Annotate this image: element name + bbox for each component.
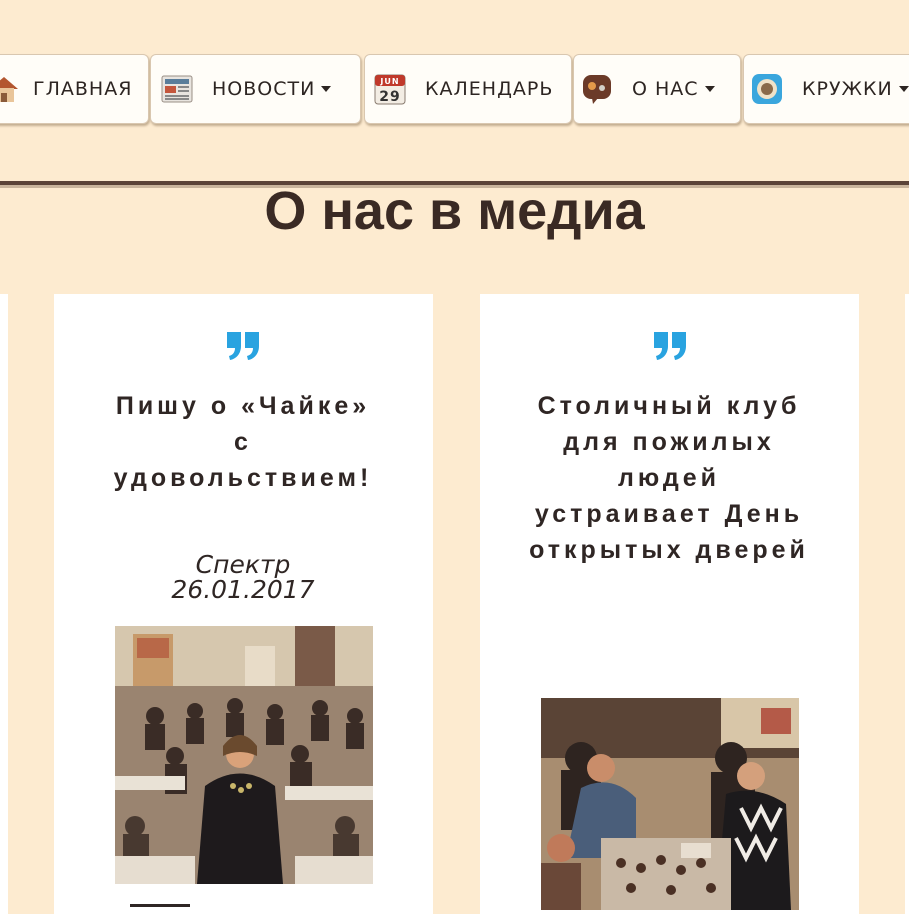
- media-card-source: Спектр: [195, 550, 291, 579]
- page-title: О нас в медиа: [264, 181, 645, 241]
- nav-item-about[interactable]: О НАС: [573, 54, 741, 124]
- calendar-icon-month: JUN: [379, 77, 399, 86]
- nav-item-clubs[interactable]: КРУЖКИ: [743, 54, 909, 124]
- chevron-down-icon: [898, 86, 909, 92]
- calendar-icon: JUN 29: [373, 72, 407, 106]
- quote-icon: [227, 332, 259, 360]
- nav-label-home: ГЛАВНАЯ: [33, 78, 133, 100]
- newspaper-icon: [160, 72, 194, 106]
- nav-label-about: О НАС: [632, 78, 699, 100]
- camera-icon: [750, 72, 784, 106]
- quote-icon: [654, 332, 686, 360]
- carousel-card-prev-edge: [0, 294, 8, 914]
- nav-item-calendar[interactable]: JUN 29 КАЛЕНДАРЬ: [364, 54, 572, 124]
- chat-icon: [580, 72, 614, 106]
- media-card-title[interactable]: Пишу о «Чайке» с удовольствием!: [103, 388, 383, 496]
- media-card-more-text: [130, 900, 190, 910]
- main-navigation: ГЛАВНАЯ НОВОСТИ JUN 29 КАЛЕНДАРЬ О НАС К…: [0, 52, 909, 130]
- chevron-down-icon: [321, 86, 332, 92]
- calendar-icon-day: 29: [379, 89, 400, 105]
- crafts-workshop-photo[interactable]: [541, 698, 799, 910]
- nav-item-news[interactable]: НОВОСТИ: [150, 54, 361, 124]
- nav-label-calendar: КАЛЕНДАРЬ: [425, 78, 554, 100]
- nav-item-home[interactable]: ГЛАВНАЯ: [0, 54, 149, 124]
- home-icon: [0, 72, 21, 106]
- media-card-title[interactable]: Столичный клуб для пожилых людей устраив…: [529, 388, 809, 568]
- group-meeting-photo[interactable]: [115, 626, 373, 884]
- nav-label-news: НОВОСТИ: [212, 78, 316, 100]
- carousel-card-next-edge: [905, 294, 909, 914]
- nav-label-clubs: КРУЖКИ: [802, 78, 893, 100]
- media-card-date: 26.01.2017: [171, 575, 315, 604]
- chevron-down-icon: [704, 86, 715, 92]
